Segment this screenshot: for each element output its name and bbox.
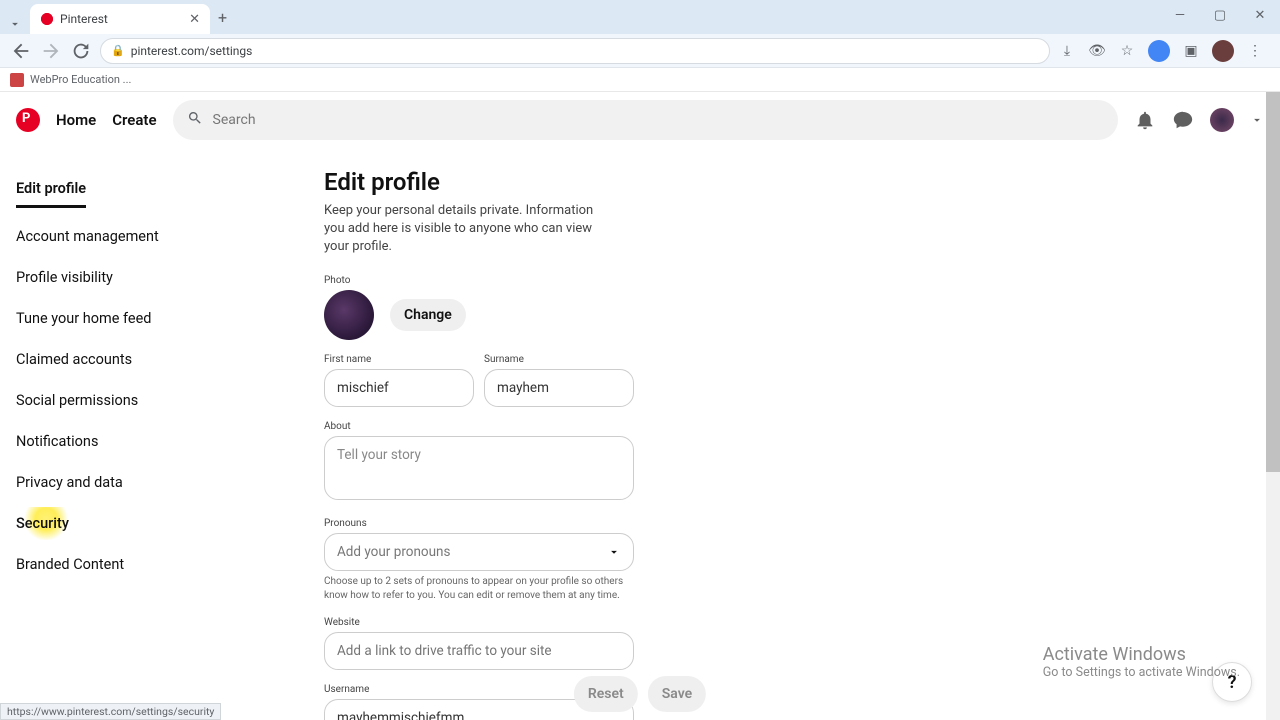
about-textarea[interactable] (324, 436, 634, 500)
back-icon[interactable] (10, 40, 32, 62)
sidebar-item-notifications[interactable]: Notifications (16, 425, 98, 458)
forward-icon (40, 40, 62, 62)
sidebar-item-claimed-accounts[interactable]: Claimed accounts (16, 343, 132, 376)
lock-icon: 🔒 (111, 44, 125, 57)
settings-sidebar: Edit profile Account management Profile … (0, 148, 280, 720)
sidebar-item-account-management[interactable]: Account management (16, 220, 159, 253)
tab-title: Pinterest (60, 12, 183, 26)
chevron-down-icon (607, 545, 621, 559)
sidebar-item-branded-content[interactable]: Branded Content (16, 548, 124, 581)
change-photo-button[interactable]: Change (390, 299, 466, 331)
minimize-icon[interactable]: — (1160, 0, 1200, 30)
surname-input[interactable] (484, 369, 634, 407)
pronouns-select[interactable]: Add your pronouns (324, 533, 634, 571)
status-bar-link: https://www.pinterest.com/settings/secur… (0, 703, 221, 720)
activate-windows-watermark: Activate Windows Go to Settings to activ… (1043, 644, 1240, 680)
reset-button[interactable]: Reset (574, 676, 638, 712)
pronouns-placeholder: Add your pronouns (337, 544, 450, 560)
browser-tab[interactable]: Pinterest ✕ (30, 4, 210, 34)
sidebar-item-tune-feed[interactable]: Tune your home feed (16, 302, 151, 335)
sidebar-item-edit-profile[interactable]: Edit profile (16, 172, 86, 208)
home-link[interactable]: Home (56, 111, 96, 129)
chevron-down-icon[interactable] (1250, 109, 1264, 131)
username-label: Username (324, 684, 1280, 695)
scrollbar[interactable] (1266, 92, 1280, 720)
about-label: About (324, 421, 1280, 432)
close-window-icon[interactable]: ✕ (1240, 0, 1280, 30)
eye-off-icon[interactable]: 👁 (1088, 42, 1106, 60)
install-app-icon[interactable]: ⤓ (1058, 42, 1076, 60)
search-input[interactable]: Search (173, 100, 1118, 140)
sidebar-item-profile-visibility[interactable]: Profile visibility (16, 261, 113, 294)
bookmark-star-icon[interactable]: ☆ (1118, 42, 1136, 60)
website-input[interactable] (324, 632, 634, 670)
close-tab-icon[interactable]: ✕ (189, 12, 200, 27)
browser-toolbar: 🔒 pinterest.com/settings ⤓ 👁 ☆ ▣ ⋮ (0, 34, 1280, 68)
app-header: Home Create Search (0, 92, 1280, 148)
bookmark-favicon-icon (10, 73, 24, 87)
website-label: Website (324, 617, 1280, 628)
pronouns-label: Pronouns (324, 518, 1280, 529)
first-name-label: First name (324, 354, 474, 365)
address-bar[interactable]: 🔒 pinterest.com/settings (100, 38, 1050, 64)
sidebar-item-social-permissions[interactable]: Social permissions (16, 384, 138, 417)
pronouns-hint: Choose up to 2 sets of pronouns to appea… (324, 575, 634, 603)
url-text: pinterest.com/settings (131, 44, 253, 58)
scroll-thumb[interactable] (1266, 92, 1280, 472)
main-panel: Edit profile Keep your personal details … (280, 148, 1280, 720)
extension-icon[interactable] (1148, 40, 1170, 62)
profile-avatar-icon[interactable] (1212, 40, 1234, 62)
search-placeholder: Search (213, 112, 256, 128)
surname-label: Surname (484, 354, 634, 365)
photo-label: Photo (324, 275, 1280, 286)
menu-icon[interactable]: ⋮ (1246, 42, 1264, 60)
avatar-icon[interactable] (1210, 108, 1234, 132)
save-button[interactable]: Save (648, 676, 706, 712)
profile-photo (324, 290, 374, 340)
messages-icon[interactable] (1172, 109, 1194, 131)
tab-search-icon[interactable] (8, 16, 22, 30)
browser-titlebar: Pinterest ✕ + — ▢ ✕ (0, 0, 1280, 34)
first-name-input[interactable] (324, 369, 474, 407)
bookmarks-bar: WebPro Education ... (0, 68, 1280, 92)
notifications-icon[interactable] (1134, 109, 1156, 131)
side-panel-icon[interactable]: ▣ (1182, 42, 1200, 60)
maximize-icon[interactable]: ▢ (1200, 0, 1240, 30)
pinterest-favicon-icon (40, 12, 54, 26)
new-tab-button[interactable]: + (218, 8, 227, 27)
bookmark-item[interactable]: WebPro Education ... (30, 73, 131, 86)
create-link[interactable]: Create (112, 111, 156, 129)
sidebar-item-privacy-data[interactable]: Privacy and data (16, 466, 123, 499)
sidebar-item-security[interactable]: Security (16, 507, 69, 540)
page-title: Edit profile (324, 168, 1280, 196)
pinterest-logo-icon[interactable] (16, 108, 40, 132)
page-description: Keep your personal details private. Info… (324, 202, 614, 257)
search-icon (187, 110, 203, 130)
reload-icon[interactable] (70, 40, 92, 62)
